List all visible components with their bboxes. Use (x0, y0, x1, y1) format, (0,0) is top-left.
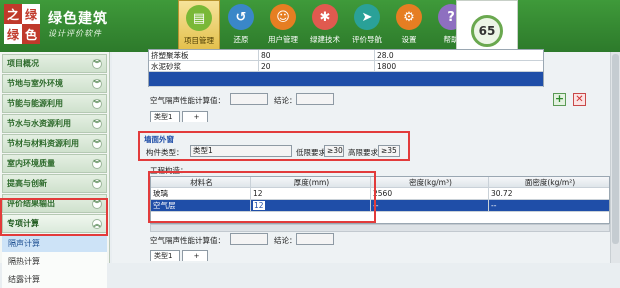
lower-conclusion-value (296, 233, 334, 245)
toolbar-button-navigation[interactable]: ➤ 评价导航 (346, 0, 388, 52)
vertical-scrollbar[interactable] (610, 52, 620, 263)
gear-icon: ⚙ (396, 4, 422, 30)
tab-type1[interactable]: 类型1 (150, 111, 180, 122)
delete-row-button[interactable]: ✕ (573, 93, 586, 106)
component-type-label: 构件类型： (146, 148, 184, 157)
sidebar-item[interactable]: 室内环境质量 ︾ (2, 154, 107, 173)
chevron-down-icon[interactable]: ︾ (92, 139, 102, 149)
chevron-down-icon[interactable]: ︾ (92, 119, 102, 129)
toolbar-label: 用户管理 (268, 35, 298, 44)
toolbar-button-folder[interactable]: ▤ 项目管理 (178, 0, 220, 52)
lower-calc-value (230, 233, 268, 245)
upper-conclusion-label: 结论： (274, 96, 297, 105)
main-toolbar: ▤ 项目管理 ↺ 还原 ☺ 用户管理 ✱ 绿建技术 ➤ 评价导航 ⚙ 设置? 帮助 (178, 0, 472, 52)
sidebar-subitem[interactable]: 结露计算 (2, 270, 107, 288)
low-requirement-value: ≥30 (324, 145, 344, 157)
sidebar-item[interactable]: 节地与室外环境 ︾ (2, 74, 107, 93)
toolbar-button-user[interactable]: ☺ 用户管理 (262, 0, 304, 52)
upper-calc-value (230, 93, 268, 105)
table-row-selected[interactable] (149, 72, 543, 87)
toolbar-label: 设置 (401, 35, 417, 44)
user-icon: ☺ (270, 4, 296, 30)
tab-type1[interactable]: 类型1 (150, 250, 180, 261)
toolbar-label: 绿建技术 (310, 35, 340, 44)
sidebar-item-label: 节能与能源利用 (7, 99, 63, 108)
sidebar-item-label: 室内环境质量 (7, 159, 55, 168)
sidebar-item[interactable]: 提高与创新 ︾ (2, 174, 107, 193)
sidebar-item[interactable]: 节材与材料资源利用 ︾ (2, 134, 107, 153)
app-title: 绿色建筑 (48, 11, 108, 27)
upper-calc-label: 空气隔声性能计算值： (150, 96, 225, 105)
chevron-down-icon[interactable]: ︾ (92, 179, 102, 189)
horizontal-scrollbar[interactable] (150, 224, 610, 232)
chevron-down-icon[interactable]: ︾ (92, 79, 102, 89)
app-subtitle: 设计评价软件 (48, 29, 102, 38)
upper-conclusion-value (296, 93, 334, 105)
folder-icon: ▤ (186, 5, 212, 31)
add-row-button[interactable]: + (553, 93, 566, 106)
sidebar-item[interactable]: 节水与水资源利用 ︾ (2, 114, 107, 133)
toolbar-button-undo[interactable]: ↺ 还原 (220, 0, 262, 52)
sidebar-item[interactable]: 项目概况 ︾ (2, 54, 107, 73)
sidebar-item-label: 提高与创新 (7, 179, 47, 188)
lower-conclusion-label: 结论： (274, 236, 297, 245)
table-row[interactable]: 水泥砂浆 20 1800 (149, 61, 543, 72)
highlight-box-sidebar (0, 198, 108, 236)
table-row[interactable]: 挤塑聚苯板 80 28.0 (149, 50, 543, 61)
upper-material-table: 挤塑聚苯板 80 28.0 水泥砂浆 20 1800 (148, 49, 544, 87)
toolbar-button-gear[interactable]: ⚙ 设置 (388, 0, 430, 52)
sidebar-subitem[interactable]: 隔热计算 (2, 252, 107, 270)
sidebar-item-label: 节地与室外环境 (7, 79, 63, 88)
highlight-box-table (148, 171, 376, 223)
app-header: 之 绿 绿 色 绿色建筑 设计评价软件 ▤ 项目管理 ↺ 还原 ☺ 用户管理 ✱ 绿建技术 ➤ 评… (0, 0, 620, 52)
lower-calc-label: 空气隔声性能计算值： (150, 236, 225, 245)
high-requirement-value: ≥35 (378, 145, 400, 157)
main-content: 挤塑聚苯板 80 28.0 水泥砂浆 20 1800 空气隔声性能计算值： 结论… (112, 49, 620, 263)
score-circle: 65 (471, 15, 503, 47)
toolbar-button-tech[interactable]: ✱ 绿建技术 (304, 0, 346, 52)
undo-icon: ↺ (228, 4, 254, 30)
navigation-icon: ➤ (354, 4, 380, 30)
sidebar-subitem[interactable]: 隔声计算 (2, 234, 107, 252)
sidebar-item-label: 节材与材料资源利用 (7, 139, 79, 148)
sidebar-item-label: 项目概况 (7, 59, 39, 68)
sidebar-item-label: 节水与水资源利用 (7, 119, 71, 128)
toolbar-label: 评价导航 (352, 35, 382, 44)
scrollbar-thumb[interactable] (612, 54, 619, 244)
tab-add[interactable]: + (182, 250, 208, 261)
toolbar-label: 项目管理 (184, 36, 214, 45)
app-logo: 之 绿 绿 色 (4, 4, 40, 44)
tab-add[interactable]: + (182, 111, 208, 122)
toolbar-label: 还原 (233, 35, 249, 44)
chevron-down-icon[interactable]: ︾ (92, 159, 102, 169)
tech-icon: ✱ (312, 4, 338, 30)
component-type-field[interactable]: 类型1 (190, 145, 292, 157)
sidebar-item[interactable]: 节能与能源利用 ︾ (2, 94, 107, 113)
chevron-down-icon[interactable]: ︾ (92, 59, 102, 69)
chevron-down-icon[interactable]: ︾ (92, 99, 102, 109)
sidebar: 项目概况 ︾ 节地与室外环境 ︾ 节能与能源利用 ︾ 节水与水资源利用 ︾ 节材与材料资源利用 ︾… (0, 52, 110, 288)
